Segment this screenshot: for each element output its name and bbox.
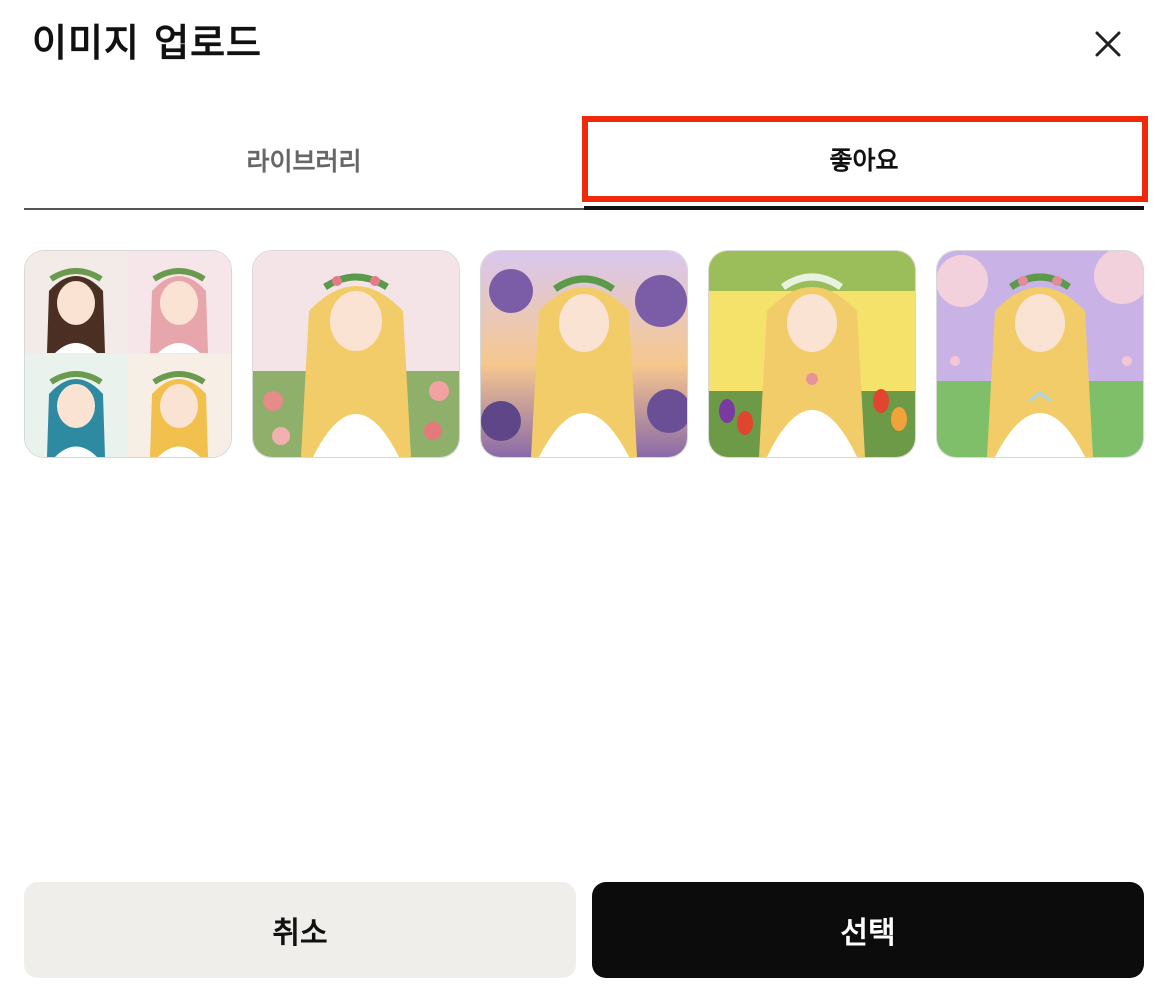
- tab-library[interactable]: 라이브러리: [24, 112, 584, 210]
- cancel-button[interactable]: 취소: [24, 882, 576, 978]
- close-icon[interactable]: [1088, 24, 1128, 64]
- image-thumbnail[interactable]: [252, 250, 460, 458]
- image-grid: [24, 250, 1146, 458]
- image-thumbnail[interactable]: [480, 250, 688, 458]
- image-upload-dialog: 이미지 업로드 라이브러리 좋아요 취소 선택: [0, 0, 1174, 1004]
- dialog-title: 이미지 업로드: [32, 21, 262, 65]
- image-thumbnail[interactable]: [936, 250, 1144, 458]
- image-thumbnail[interactable]: [708, 250, 916, 458]
- tab-likes[interactable]: 좋아요: [584, 112, 1144, 210]
- image-thumbnail[interactable]: [24, 250, 232, 458]
- tab-bar: 라이브러리 좋아요: [24, 112, 1144, 210]
- select-button[interactable]: 선택: [592, 882, 1144, 978]
